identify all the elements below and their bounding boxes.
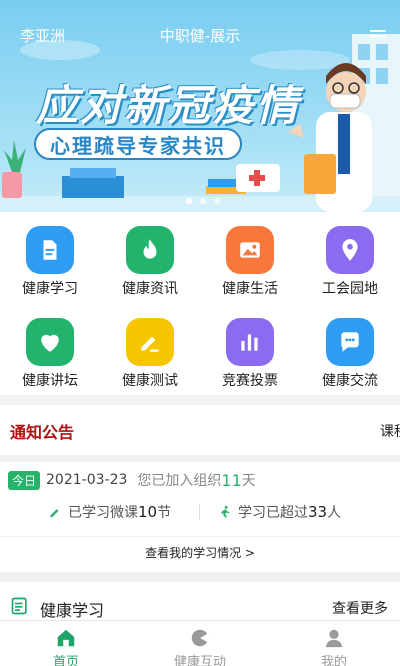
tab-health-interaction[interactable]: 健康互动: [150, 621, 250, 666]
picture-icon: [226, 226, 274, 274]
divider: [199, 504, 200, 520]
runner-icon: [220, 505, 230, 518]
notice-title: 通知公告: [10, 423, 75, 442]
learned-count: 10: [138, 503, 158, 521]
view-more-link[interactable]: 查看更多: [332, 598, 388, 618]
section-title: 健康学习: [40, 601, 105, 620]
tab-home[interactable]: 首页: [16, 621, 116, 666]
carousel-dot[interactable]: [200, 198, 206, 204]
joined-days: 11: [221, 470, 242, 490]
health-study-section: 健康学习 查看更多: [0, 582, 400, 622]
carousel-dot[interactable]: [214, 198, 220, 204]
tab-label: 首页: [52, 655, 79, 666]
banner[interactable]: 李亚洲 中职健-展示 应对新冠疫情 心理疏导专家共识: [0, 0, 400, 212]
menu-item-health-lecture[interactable]: 健康讲坛: [0, 304, 100, 394]
carousel-dots: [186, 198, 220, 204]
menu-item-health-study[interactable]: 健康学习: [0, 212, 100, 302]
menu-item-label: 工会园地: [322, 281, 378, 297]
carousel-dot[interactable]: [186, 198, 192, 204]
tab-label: 我的: [320, 655, 347, 666]
bottom-tab-bar: 首页 健康互动 我的: [0, 620, 400, 666]
menu-item-health-news[interactable]: 健康资讯: [100, 212, 200, 302]
flame-icon: [126, 226, 174, 274]
surpass-count: 33: [308, 503, 328, 521]
study-date-row: 今日 2021-03-23 您已加入组织 11 天: [8, 470, 256, 490]
notice-marquee[interactable]: 课程: [380, 421, 400, 441]
tab-label: 健康互动: [173, 655, 226, 666]
banner-subline: 心理疏导专家共识: [34, 128, 242, 160]
menu-item-union-garden[interactable]: 工会园地: [300, 212, 400, 302]
notice-bar[interactable]: 通知公告 课程: [0, 405, 400, 455]
menu-item-health-test[interactable]: 健康测试: [100, 304, 200, 394]
study-date: 2021-03-23: [46, 472, 128, 488]
surpass-prefix: 学习已超过: [238, 505, 308, 521]
banner-headline: 应对新冠疫情: [36, 81, 301, 130]
feature-grid: 健康学习 健康资讯 健康生活 工会园地 健康讲坛 健康测试 竞赛投票 健康交流: [0, 212, 400, 395]
surpass-suffix: 人: [327, 505, 342, 521]
menu-icon[interactable]: [370, 30, 386, 42]
chat-bubble-icon: [326, 318, 374, 366]
heart-icon: [26, 318, 74, 366]
divider: [0, 536, 400, 537]
pencil-icon: [126, 318, 174, 366]
location-pin-icon: [326, 226, 374, 274]
learned-stat: 已学习微课 10 节: [48, 502, 171, 522]
menu-item-label: 健康讲坛: [22, 373, 78, 389]
menu-item-label: 健康测试: [122, 373, 178, 389]
user-icon: [325, 629, 343, 648]
joined-prefix: 您已加入组织: [137, 473, 222, 489]
menu-item-label: 健康交流: [322, 373, 378, 389]
menu-item-label: 健康资讯: [122, 281, 178, 297]
list-document-icon: [11, 597, 27, 615]
pencil-icon: [50, 509, 59, 518]
view-study-link[interactable]: 查看我的学习情况 >: [0, 544, 400, 561]
bar-chart-icon: [226, 318, 274, 366]
joined-suffix: 天: [241, 473, 256, 489]
today-badge: 今日: [8, 470, 41, 490]
learned-suffix: 节: [157, 505, 172, 521]
top-bar: 李亚洲 中职健-展示: [0, 0, 400, 45]
menu-item-health-life[interactable]: 健康生活: [200, 212, 300, 302]
app-title: 中职健-展示: [159, 27, 241, 45]
document-icon: [26, 226, 74, 274]
study-card: 今日 2021-03-23 您已加入组织 11 天 已学习微课 10 节 学习已…: [0, 462, 400, 572]
menu-item-health-exchange[interactable]: 健康交流: [300, 304, 400, 394]
tab-mine[interactable]: 我的: [284, 621, 384, 666]
page: 李亚洲 中职健-展示 应对新冠疫情 心理疏导专家共识 健康学习 健康资讯 健康生…: [0, 0, 400, 666]
menu-item-contest-vote[interactable]: 竞赛投票: [200, 304, 300, 394]
menu-item-label: 健康学习: [22, 281, 78, 297]
home-icon: [57, 629, 75, 647]
learned-prefix: 已学习微课: [68, 505, 138, 521]
menu-item-label: 竞赛投票: [222, 373, 278, 389]
chat-face-icon: [191, 629, 209, 647]
menu-item-label: 健康生活: [222, 281, 278, 297]
surpass-stat: 学习已超过 33 人: [218, 502, 341, 522]
